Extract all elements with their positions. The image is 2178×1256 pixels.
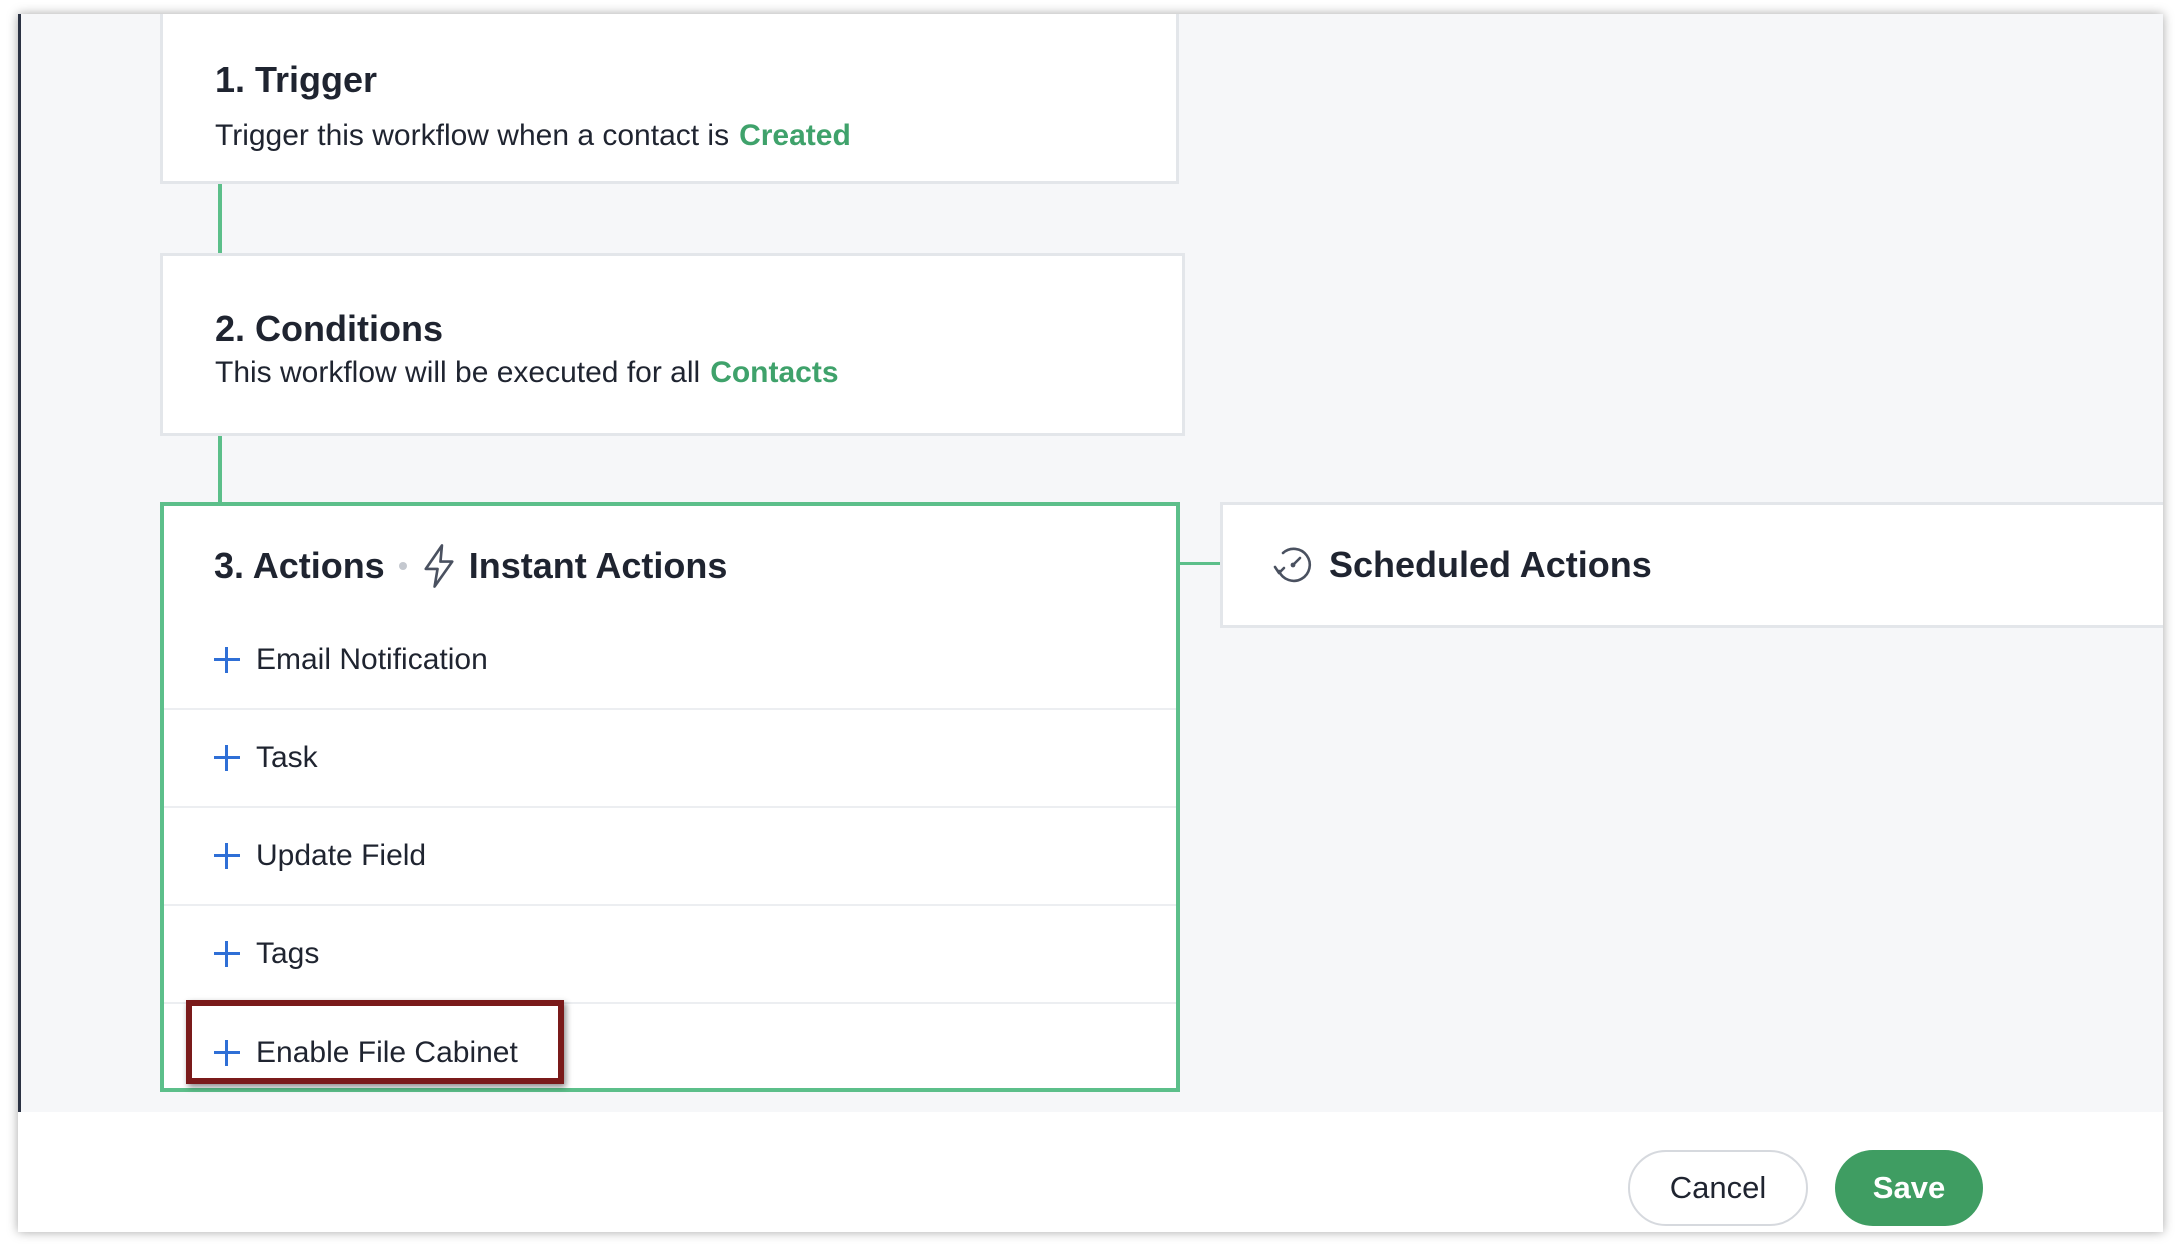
conditions-description: This workflow will be executed for all Co… [215,356,839,390]
trigger-card[interactable]: 1. Trigger Trigger this workflow when a … [160,14,1179,184]
actions-header: 3. Actions Instant Actions [214,544,727,588]
trigger-description-text: Trigger this workflow when a contact is [215,119,730,152]
conditions-description-text: This workflow will be executed for all [215,356,701,389]
window-edge [18,14,21,1232]
lightning-icon [424,544,454,588]
clock-icon [1273,547,1312,583]
trigger-value-link[interactable]: Created [739,119,851,152]
action-tags[interactable]: Tags [164,906,1176,1004]
action-enable-file-cabinet[interactable]: Enable File Cabinet [164,1004,1176,1102]
cancel-button[interactable]: Cancel [1628,1150,1808,1226]
plus-icon [214,745,240,771]
action-label: Update Field [256,839,427,872]
scheduled-actions-title: Scheduled Actions [1329,544,1652,585]
plus-icon [214,647,240,673]
action-label: Enable File Cabinet [256,1036,518,1069]
instant-actions-label: Instant Actions [468,545,728,586]
actions-card: 3. Actions Instant Actions Email Notific… [160,502,1180,1092]
actions-title: 3. Actions [214,545,385,586]
plus-icon [214,1040,240,1066]
trigger-description: Trigger this workflow when a contact is C… [215,119,851,153]
action-label: Tags [256,937,320,970]
action-label: Task [256,741,318,774]
action-task[interactable]: Task [164,710,1176,808]
plus-icon [214,941,240,967]
save-button[interactable]: Save [1835,1150,1983,1226]
action-update-field[interactable]: Update Field [164,808,1176,906]
conditions-card[interactable]: 2. Conditions This workflow will be exec… [160,253,1185,436]
separator-dot [398,562,407,570]
conditions-title: 2. Conditions [215,308,443,349]
action-label: Email Notification [256,643,488,676]
footer-bar: Cancel Save [18,1112,2163,1232]
scheduled-actions-header: Scheduled Actions [1271,543,1652,587]
action-email-notification[interactable]: Email Notification [164,612,1176,710]
plus-icon [214,843,240,869]
trigger-title: 1. Trigger [215,59,378,100]
workflow-editor: 1. Trigger Trigger this workflow when a … [18,14,2163,1232]
conditions-value-link[interactable]: Contacts [710,356,838,389]
scheduled-actions-card[interactable]: Scheduled Actions [1220,502,2163,628]
